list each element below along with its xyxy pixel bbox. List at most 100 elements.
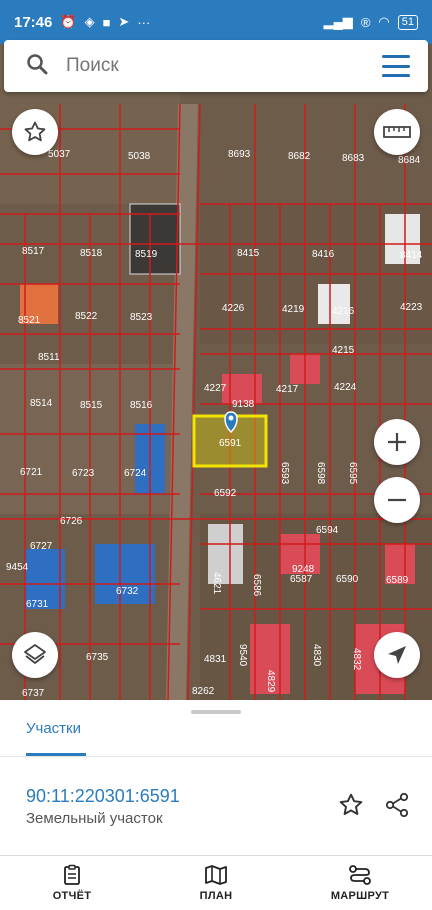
parcel-label: 5037 [48, 149, 71, 160]
parcel-label: 4227 [204, 383, 227, 394]
parcel-label: 4621 [211, 572, 222, 595]
parcel-label: 8415 [237, 248, 260, 259]
share-button[interactable] [384, 792, 410, 818]
parcel-label: 6595 [347, 462, 358, 485]
parcel-label: 8521 [18, 315, 41, 326]
share-icon [385, 792, 409, 818]
parcel-label: 4830 [311, 644, 322, 667]
parcel-label: 6726 [60, 516, 83, 527]
parcel-label: 8693 [228, 149, 251, 160]
parcel-label: 4216 [332, 306, 355, 317]
app-icon: ■ [102, 14, 111, 30]
parcel-label: 6587 [290, 574, 313, 585]
registered-icon: ® [360, 14, 371, 30]
divider [0, 756, 432, 757]
battery-icon: 51 [397, 14, 418, 30]
parcel-label: 4832 [351, 648, 362, 671]
parcel-label: 6593 [279, 462, 290, 485]
parcel-label: 4219 [282, 304, 305, 315]
layers-button[interactable] [12, 632, 58, 678]
favorites-button[interactable] [12, 109, 58, 155]
navigation-icon: ◈ [84, 14, 95, 29]
search-icon[interactable] [26, 53, 48, 80]
parcel-label: 6731 [26, 599, 49, 610]
ruler-icon [383, 126, 411, 138]
search-bar [4, 40, 428, 92]
alarm-icon: ⏰ [60, 14, 77, 29]
map-icon [205, 865, 227, 885]
parcel-label: 8511 [38, 352, 60, 363]
parcel-label: 8517 [22, 246, 45, 257]
parcel-label: 6721 [20, 467, 43, 478]
parcel-label: 6598 [315, 462, 326, 485]
star-icon [339, 793, 363, 815]
my-location-button[interactable] [374, 632, 420, 678]
cadastral-number[interactable]: 90:11:220301:6591 [26, 786, 180, 807]
route-icon [349, 865, 371, 885]
parcel-label: 6735 [86, 652, 109, 663]
parcel-label: 8684 [398, 155, 421, 166]
nav-route-label: МАРШРУТ [330, 890, 390, 902]
selected-parcel-label: 6591 [219, 438, 242, 449]
parcel-label: 4215 [332, 345, 355, 356]
telegram-icon: ➤ [118, 14, 130, 29]
parcel-label: 4226 [222, 303, 245, 314]
parcel-info-sheet: Участки 90:11:220301:6591 Земельный учас… [0, 700, 432, 855]
ruler-button[interactable] [374, 109, 420, 155]
parcel-label: 9540 [237, 644, 248, 667]
zoom-out-button[interactable] [374, 477, 420, 523]
tab-parcels[interactable]: Участки [26, 720, 81, 737]
parcel-label: 6586 [251, 574, 262, 597]
parcel-label: 4217 [276, 384, 299, 395]
parcel-label: 6732 [116, 586, 139, 597]
bottom-navigation: ОТЧЁТ ПЛАН МАРШРУТ [0, 855, 432, 910]
parcel-label: 8682 [288, 151, 311, 162]
sheet-drag-handle[interactable] [191, 710, 241, 714]
parcel-label: 6737 [22, 688, 45, 699]
parcel-label: 8519 [135, 249, 158, 260]
parcel-label: 8514 [30, 398, 53, 409]
parcel-label: 6589 [386, 575, 409, 586]
nav-report-label: ОТЧЁТ [52, 890, 92, 902]
clipboard-icon [64, 864, 80, 885]
minus-icon [388, 498, 406, 502]
parcel-label: 4223 [400, 302, 423, 313]
map-canvas[interactable]: 6591 5037 5038 8693 8682 8683 8684 8517 8518 851… [0, 44, 432, 700]
parcel-label: 8414 [400, 250, 423, 261]
search-input[interactable] [66, 55, 382, 77]
favorite-button[interactable] [338, 792, 364, 818]
navigation-arrow-icon [388, 646, 406, 664]
nav-report[interactable]: ОТЧЁТ [0, 856, 144, 910]
more-icon: ··· [137, 14, 151, 30]
parcel-label: 8523 [130, 312, 153, 323]
parcel-label: 8683 [342, 153, 365, 164]
parcel-label: 6723 [72, 468, 95, 479]
parcel-label: 4831 [204, 654, 227, 665]
signal-icon: ▂▄▆ [323, 14, 353, 29]
map-view[interactable]: 6591 5037 5038 8693 8682 8683 8684 8517 8518 851… [0, 44, 432, 700]
nav-plan-label: ПЛАН [199, 890, 233, 902]
nav-route[interactable]: МАРШРУТ [288, 856, 432, 910]
parcel-label: 4829 [265, 670, 276, 693]
parcel-label: 6727 [30, 541, 53, 552]
parcel-label: 8522 [75, 311, 98, 322]
zoom-in-button[interactable] [374, 419, 420, 465]
layers-icon [24, 644, 46, 664]
star-icon [24, 121, 46, 142]
parcel-label: 6592 [214, 488, 237, 499]
parcel-label: 4224 [334, 382, 357, 393]
parcel-label: 9138 [232, 399, 255, 410]
nav-plan[interactable]: ПЛАН [144, 856, 288, 910]
parcel-label: 9454 [6, 562, 29, 573]
status-bar: 17:46 ⏰ ◈ ■ ➤ ··· ▂▄▆ ® ◠ 51 [0, 0, 432, 44]
parcel-label: 9248 [292, 564, 315, 575]
menu-icon[interactable] [382, 55, 410, 77]
wifi-icon: ◠ [378, 14, 390, 29]
parcel-label: 5038 [128, 151, 151, 162]
parcel-label: 8262 [192, 686, 215, 697]
parcel-label: 6594 [316, 525, 339, 536]
plus-icon [388, 433, 406, 451]
parcel-label: 6590 [336, 574, 359, 585]
parcel-label: 8518 [80, 248, 103, 259]
parcel-label: 8416 [312, 249, 335, 260]
